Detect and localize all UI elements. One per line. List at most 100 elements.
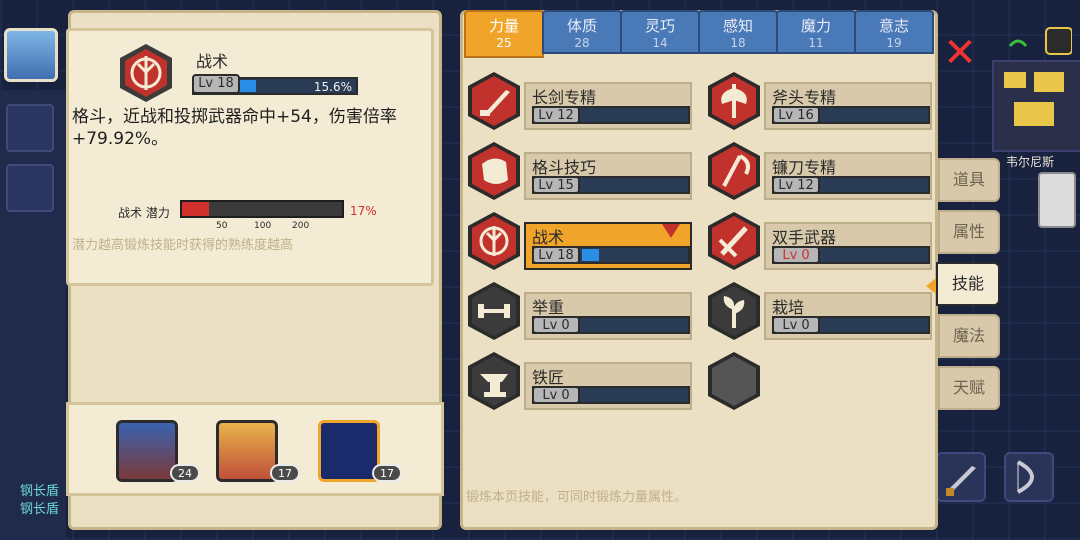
tab-value: 18	[730, 36, 746, 50]
skill-name: 战术	[532, 228, 565, 247]
two-hand-icon	[708, 212, 760, 270]
minimap-location-label: 韦尔尼斯	[1006, 155, 1055, 169]
fullscreen-icon	[1045, 27, 1073, 55]
side-tab-attributes[interactable]: 属性	[938, 210, 1000, 254]
party-member-level: 24	[170, 464, 200, 482]
potential-tick: 50	[216, 221, 228, 231]
potential-label: 战术 潜力	[118, 206, 170, 220]
skill-level-tag: Lv 15	[532, 176, 580, 194]
empty-skill-slot	[706, 350, 762, 416]
potential-hint: 潜力越高锻炼技能时获得的熟练度越高	[72, 238, 294, 253]
tab-value: 11	[808, 36, 824, 50]
tab-label: 感知	[722, 17, 753, 35]
skill-level-tag: Lv 16	[772, 106, 820, 124]
axe-icon	[708, 72, 760, 130]
skill-name: 举重	[532, 298, 565, 317]
tab-label: 力量	[488, 17, 519, 35]
phone-icon[interactable]	[1038, 172, 1076, 228]
tab-perception[interactable]: 感知 18	[698, 10, 778, 54]
skill-tile[interactable]: 战术 Lv 18	[466, 210, 692, 272]
skill-name: 镰刀专精	[772, 158, 837, 177]
skill-name: 铁匠	[532, 368, 565, 387]
wifi-icon	[1008, 39, 1028, 47]
potential-tick: 100	[254, 221, 272, 231]
skill-title: 战术	[196, 52, 229, 71]
left-item-name: 钢长盾	[20, 484, 60, 499]
tab-dexterity[interactable]: 灵巧 14	[620, 10, 700, 54]
dumbbell-icon	[468, 282, 520, 340]
tab-will[interactable]: 意志 19	[854, 10, 934, 54]
party-member[interactable]	[116, 420, 178, 482]
tab-value: 25	[496, 36, 512, 50]
tactics-icon	[468, 212, 520, 270]
tab-magic[interactable]: 魔力 11	[776, 10, 856, 54]
minimap[interactable]	[992, 60, 1080, 152]
weapon-slot-bow[interactable]	[1004, 452, 1054, 502]
skill-tile[interactable]: 斧头专精 Lv 16	[706, 70, 932, 132]
hud-button[interactable]	[6, 104, 54, 152]
skill-level-fill	[238, 80, 256, 92]
skill-level-tag: Lv 18	[532, 246, 580, 264]
tab-label: 魔力	[800, 17, 831, 35]
potential-bar	[180, 200, 344, 218]
sword-icon	[468, 72, 520, 130]
skill-tile[interactable]: 举重 Lv 0	[466, 280, 692, 342]
skill-name: 栽培	[772, 298, 805, 317]
fist-icon	[468, 142, 520, 200]
party-member-level: 17	[270, 464, 300, 482]
skill-name: 双手武器	[772, 228, 837, 247]
tab-value: 28	[574, 36, 590, 50]
close-icon[interactable]: ✕	[942, 33, 978, 73]
anvil-icon	[468, 352, 520, 410]
hud-button[interactable]	[6, 164, 54, 212]
tab-constitution[interactable]: 体质 28	[542, 10, 622, 54]
bow-icon	[1017, 460, 1034, 494]
side-tab-items[interactable]: 道具	[938, 158, 1000, 202]
potential-percent: 17%	[350, 204, 377, 218]
footnote: 锻炼本页技能，可同时锻炼力量属性。	[466, 490, 688, 505]
skill-tile[interactable]: 栽培 Lv 0	[706, 280, 932, 342]
skill-level-tag: Lv 12	[532, 106, 580, 124]
tactics-icon	[120, 44, 172, 102]
tab-label: 灵巧	[644, 17, 675, 35]
skill-tile[interactable]: 长剑专精 Lv 12	[466, 70, 692, 132]
dropdown-arrow-icon[interactable]	[662, 224, 680, 238]
party-member[interactable]	[216, 420, 278, 482]
weapon-slot-sword[interactable]	[936, 452, 986, 502]
left-item-name: 钢长盾	[20, 502, 60, 517]
skill-tile[interactable]: 铁匠 Lv 0	[466, 350, 692, 412]
skill-tile[interactable]: 格斗技巧 Lv 15	[466, 140, 692, 202]
party-member-level: 17	[372, 464, 402, 482]
player-avatar[interactable]	[4, 28, 58, 82]
status-icons	[1000, 24, 1073, 58]
tab-label: 体质	[566, 17, 597, 35]
skill-name: 长剑专精	[532, 88, 597, 107]
side-tab-magic[interactable]: 魔法	[938, 314, 1000, 358]
plant-icon	[708, 282, 760, 340]
party-member-selected[interactable]	[318, 420, 380, 482]
potential-tick: 200	[292, 221, 310, 231]
potential-fill	[182, 202, 209, 216]
side-tab-talent[interactable]: 天赋	[938, 366, 1000, 410]
side-tab-indicator	[926, 278, 936, 294]
skill-name: 斧头专精	[772, 88, 837, 107]
hud-left-column	[0, 90, 66, 540]
side-tab-skills[interactable]: 技能	[936, 262, 1000, 306]
skill-level-tag: Lv 0	[772, 246, 820, 264]
tab-value: 14	[652, 36, 668, 50]
tab-strength[interactable]: 力量 25	[464, 10, 544, 58]
skill-progress-text: 15.6%	[313, 80, 352, 94]
skill-tile[interactable]: 镰刀专精 Lv 12	[706, 140, 932, 202]
skill-level-tag: Lv 0	[772, 316, 820, 334]
skill-name: 格斗技巧	[532, 158, 597, 177]
skill-level-fill	[582, 249, 599, 261]
tab-label: 意志	[878, 17, 909, 35]
tab-value: 19	[886, 36, 902, 50]
skill-level-tag: Lv 18	[192, 74, 240, 94]
skill-tile[interactable]: 双手武器 Lv 0	[706, 210, 932, 272]
sword-icon	[946, 466, 976, 496]
skill-level-tag: Lv 0	[532, 316, 580, 334]
scythe-icon	[708, 142, 760, 200]
skill-description: 格斗，近战和投掷武器命中+54，伤害倍率+79.92%。	[72, 107, 397, 149]
skill-level-tag: Lv 12	[772, 176, 820, 194]
